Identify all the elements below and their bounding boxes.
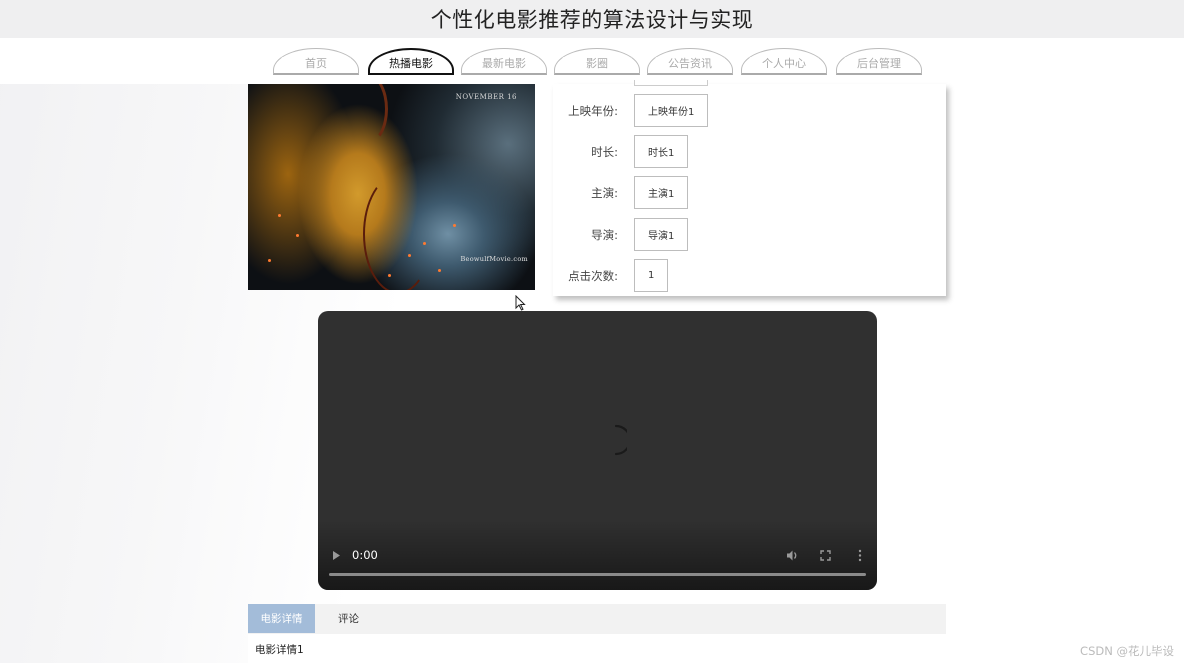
release-year-value: 上映年份1 bbox=[634, 94, 709, 127]
poster-ember bbox=[296, 234, 299, 237]
info-row-release-year: 上映年份: 上映年份1 bbox=[553, 94, 946, 128]
details-content-panel: 电影详情1 bbox=[248, 634, 946, 663]
info-row-click-count: 点击次数: 1 bbox=[553, 259, 946, 293]
starring-value: 主演1 bbox=[634, 176, 689, 209]
poster-ember bbox=[388, 274, 391, 277]
details-tabs: 电影详情 评论 bbox=[248, 604, 946, 634]
nav-item-new-movies[interactable]: 最新电影 bbox=[461, 48, 547, 75]
poster-whip-decoration bbox=[363, 174, 433, 290]
tab-comments[interactable]: 评论 bbox=[315, 604, 382, 633]
info-row-duration: 时长: 时长1 bbox=[553, 135, 946, 169]
nav-item-hot-movies[interactable]: 热播电影 bbox=[368, 48, 454, 75]
movie-details-text: 电影详情1 bbox=[255, 644, 304, 656]
poster-date-text: NOVEMBER 16 bbox=[455, 93, 517, 101]
loading-spinner-icon bbox=[614, 424, 627, 456]
click-count-value: 1 bbox=[634, 259, 669, 292]
video-time: 0:00 bbox=[352, 548, 378, 562]
info-panel-top-field bbox=[634, 80, 708, 86]
release-year-label: 上映年份: bbox=[568, 104, 618, 118]
nav-item-admin[interactable]: 后台管理 bbox=[836, 48, 922, 75]
poster-ember bbox=[408, 254, 411, 257]
poster-ember bbox=[423, 242, 426, 245]
main-nav: 首页 热播电影 最新电影 影圈 公告资讯 个人中心 后台管理 bbox=[0, 38, 1184, 84]
nav-item-announcements[interactable]: 公告资讯 bbox=[647, 48, 733, 75]
duration-value: 时长1 bbox=[634, 135, 689, 168]
movie-poster: NOVEMBER 16 BeowulfMovie.com bbox=[248, 84, 535, 290]
poster-ember bbox=[268, 259, 271, 262]
tab-movie-details[interactable]: 电影详情 bbox=[248, 604, 315, 633]
nav-item-home[interactable]: 首页 bbox=[273, 48, 359, 75]
director-label: 导演: bbox=[591, 228, 618, 242]
poster-ember bbox=[453, 224, 456, 227]
volume-icon[interactable] bbox=[786, 549, 799, 562]
duration-label: 时长: bbox=[591, 145, 618, 159]
watermark: CSDN @花儿毕设 bbox=[1080, 644, 1174, 658]
info-row-starring: 主演: 主演1 bbox=[553, 176, 946, 210]
poster-site-text: BeowulfMovie.com bbox=[460, 255, 528, 263]
more-options-icon[interactable] bbox=[857, 549, 863, 562]
click-count-label: 点击次数: bbox=[568, 269, 618, 283]
starring-label: 主演: bbox=[591, 186, 618, 200]
info-row-director: 导演: 导演1 bbox=[553, 218, 946, 252]
poster-ember bbox=[438, 269, 441, 272]
poster-ember bbox=[278, 214, 281, 217]
title-bar: 个性化电影推荐的算法设计与实现 bbox=[0, 0, 1184, 38]
nav-item-movie-circle[interactable]: 影圈 bbox=[554, 48, 640, 75]
site-title: 个性化电影推荐的算法设计与实现 bbox=[430, 8, 754, 32]
video-progress-bar[interactable] bbox=[329, 573, 866, 576]
poster-whip-decoration bbox=[348, 84, 388, 144]
play-icon[interactable] bbox=[332, 550, 341, 561]
director-value: 导演1 bbox=[634, 218, 689, 251]
nav-item-user-center[interactable]: 个人中心 bbox=[741, 48, 827, 75]
mouse-cursor-icon bbox=[515, 295, 526, 311]
fullscreen-icon[interactable] bbox=[820, 550, 831, 561]
movie-info-panel: 上映年份: 上映年份1 时长: 时长1 主演: 主演1 导演: 导演1 点击次数… bbox=[553, 80, 946, 296]
